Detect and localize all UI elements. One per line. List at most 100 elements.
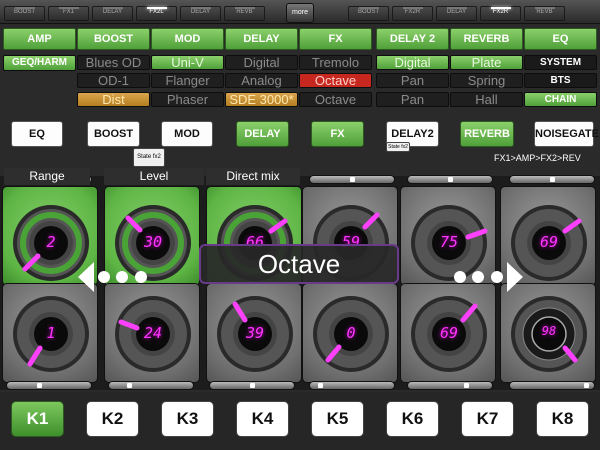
param-slider[interactable] (509, 175, 595, 184)
reverb-plate[interactable]: Plate (450, 55, 523, 70)
top-tab-boost[interactable]: BOOST (4, 6, 45, 21)
page-dot-icon (491, 271, 503, 283)
more-button[interactable]: more (286, 3, 314, 23)
knob-value: 98 (541, 324, 557, 338)
param-slider[interactable] (108, 381, 194, 390)
geq-harm-button[interactable]: GEQ/HARM (3, 55, 76, 71)
top-tab-label: DELAY (102, 9, 123, 15)
delay-analog[interactable]: Analog (225, 73, 298, 88)
param-slider[interactable] (309, 175, 395, 184)
effect-name-display: Octave (199, 244, 399, 284)
delay2-digital[interactable]: Digital (376, 55, 449, 70)
mod-phaser[interactable]: Phaser (151, 92, 224, 107)
mod-button[interactable]: MOD (161, 121, 213, 147)
delay-sde-3000[interactable]: SDE 3000* (225, 92, 298, 107)
category-boost[interactable]: BOOST (77, 28, 150, 50)
state-fx2-tag-small[interactable]: State fx2 (386, 142, 410, 152)
k3-button[interactable]: K3 (161, 401, 214, 437)
param-slider[interactable] (407, 381, 493, 390)
k8-button[interactable]: K8 (536, 401, 589, 437)
param-slider[interactable] (209, 381, 295, 390)
top-tab-fx2r[interactable]: FX2R (392, 6, 433, 21)
knob-value: 39 (245, 324, 265, 342)
fx-tremolo[interactable]: Tremolo (299, 55, 372, 70)
top-tab-label: FX2R (404, 9, 421, 15)
chain-order-text: FX1>AMP>FX2>REV (494, 153, 581, 163)
top-tab-boost-right[interactable]: BOOST (348, 6, 389, 21)
prev-arrow-icon[interactable] (78, 262, 94, 292)
reverb-spring[interactable]: Spring (450, 73, 523, 88)
param-slider[interactable] (309, 381, 395, 390)
knob-tile[interactable]: 24 (104, 283, 200, 383)
bts-button[interactable]: BTS (524, 73, 597, 88)
mod-uni-v[interactable]: Uni-V (151, 55, 224, 70)
next-arrow-icon[interactable] (507, 262, 523, 292)
top-tab-delay-2[interactable]: DELAY (180, 6, 221, 21)
mod-flanger[interactable]: Flanger (151, 73, 224, 88)
category-amp[interactable]: AMP (3, 28, 76, 50)
top-tab-fx2r-active[interactable]: FX2R (480, 6, 521, 21)
fx-button[interactable]: FX (311, 121, 364, 147)
param-slider[interactable] (509, 381, 595, 390)
param-label-level: Level (104, 168, 204, 185)
fx-octave-selected[interactable]: Octave (299, 73, 372, 88)
category-mod[interactable]: MOD (151, 28, 224, 50)
category-fx[interactable]: FX (299, 28, 372, 50)
knob-tile[interactable]: 75 (400, 186, 496, 286)
k5-button[interactable]: K5 (311, 401, 364, 437)
knob-value: 0 (346, 324, 356, 342)
category-delay[interactable]: DELAY (225, 28, 298, 50)
top-tab-revb[interactable]: REVB (224, 6, 265, 21)
boost-dist[interactable]: Dist (77, 92, 150, 107)
knob-tile[interactable]: 39 (206, 283, 302, 383)
knob-tile[interactable]: 1 (2, 283, 98, 383)
delay2-pan[interactable]: Pan (376, 73, 449, 88)
system-button[interactable]: SYSTEM (524, 55, 597, 70)
noisegate-button[interactable]: NOISEGATE (534, 121, 599, 147)
top-tab-fx1[interactable]: FX1 (48, 6, 89, 21)
top-tab-label: REVB (236, 9, 253, 15)
k7-button[interactable]: K7 (461, 401, 514, 437)
top-tab-delay[interactable]: DELAY (92, 6, 133, 21)
delay-button[interactable]: DELAY (236, 121, 289, 147)
k6-button[interactable]: K6 (386, 401, 439, 437)
top-tab-label: REVB (536, 9, 553, 15)
top-tab-delay-right[interactable]: DELAY (436, 6, 477, 21)
param-slider[interactable] (6, 381, 92, 390)
fx-octave[interactable]: Octave (299, 92, 372, 107)
category-eq[interactable]: EQ (524, 28, 597, 50)
knob-tile[interactable]: 69 (400, 283, 496, 383)
knob-tile[interactable]: 0 (302, 283, 398, 383)
top-tab-label: FX1 (62, 9, 74, 15)
top-tab-fx2l[interactable]: FX2L (136, 6, 177, 21)
knob-tile[interactable]: 98 (500, 283, 596, 383)
boost-button[interactable]: BOOST (87, 121, 140, 147)
reverb-hall[interactable]: Hall (450, 92, 523, 107)
k2-button[interactable]: K2 (86, 401, 139, 437)
reverb-button[interactable]: REVERB (460, 121, 514, 147)
knob-value: 30 (143, 233, 163, 251)
page-dot-icon (98, 271, 110, 283)
param-slider[interactable] (407, 175, 493, 184)
page-dot-icon (454, 271, 466, 283)
category-delay-2[interactable]: DELAY 2 (376, 28, 449, 50)
param-label-range: Range (4, 168, 90, 185)
boost-od-1[interactable]: OD-1 (77, 73, 150, 88)
param-label-direct-mix: Direct mix (206, 168, 300, 185)
page-dot-icon (472, 271, 484, 283)
knob-value: 69 (539, 233, 559, 251)
boost-blues-od[interactable]: Blues OD (77, 55, 150, 70)
knob-value: 75 (439, 233, 459, 251)
eq-button[interactable]: EQ (11, 121, 63, 147)
delay2-pan-2[interactable]: Pan (376, 92, 449, 107)
top-tab-strip: BOOST FX1 DELAY FX2L DELAY REVB more BOO… (0, 0, 600, 24)
chain-button[interactable]: CHAIN (524, 92, 597, 107)
state-fx2-tag[interactable]: State fx2 (133, 148, 165, 167)
top-tab-revb-right[interactable]: REVB (524, 6, 565, 21)
knob-value: 1 (46, 324, 56, 342)
delay-digital[interactable]: Digital (225, 55, 298, 70)
category-reverb[interactable]: REVERB (450, 28, 523, 50)
knob-value: 24 (143, 324, 163, 342)
k1-button[interactable]: K1 (11, 401, 64, 437)
k4-button[interactable]: K4 (236, 401, 289, 437)
